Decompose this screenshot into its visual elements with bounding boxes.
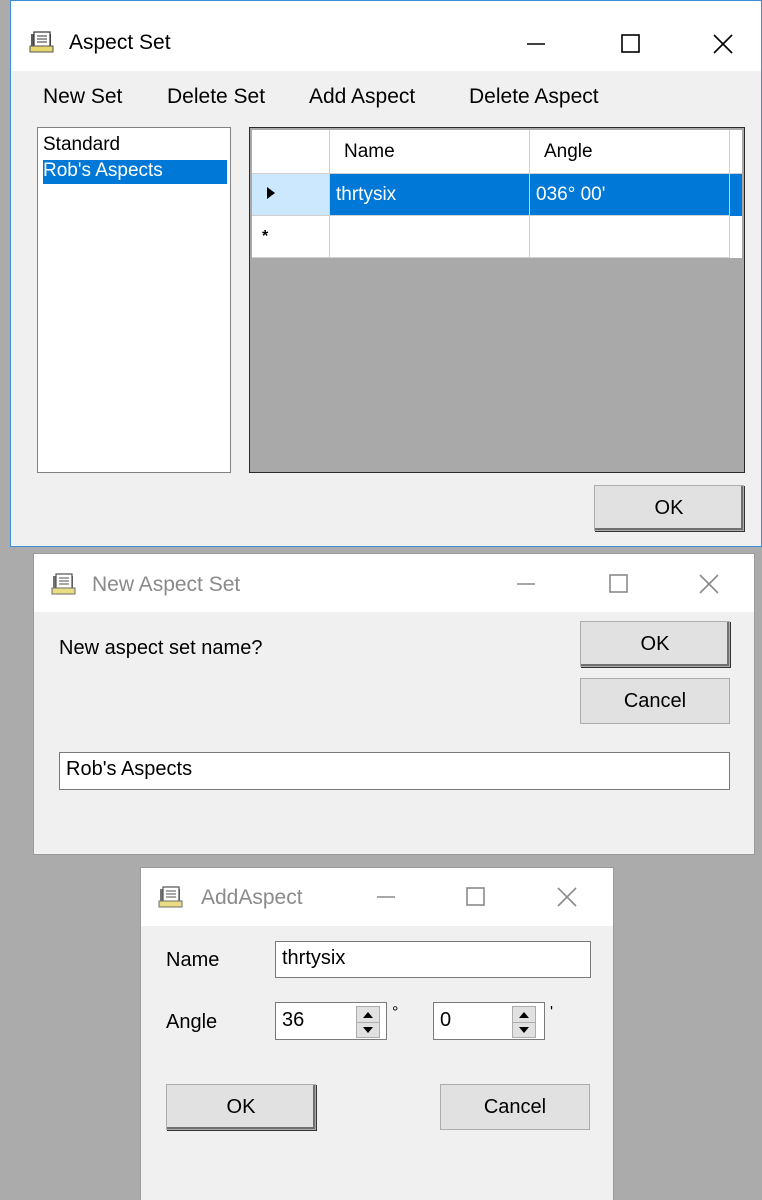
window-title: Aspect Set [69, 31, 171, 54]
row-filler-selected [730, 174, 742, 216]
new-aspect-set-titlebar[interactable]: New Aspect Set [34, 554, 754, 612]
add-aspect-window: AddAspect Name thrtysix Angle 36 ° 0 ' O… [140, 867, 614, 1200]
list-item-standard[interactable]: Standard [43, 134, 227, 156]
notebook-icon [29, 30, 55, 59]
aspect-set-list[interactable]: Standard Rob's Aspects [37, 127, 231, 473]
menu-delete-aspect[interactable]: Delete Aspect [469, 85, 599, 109]
cell-angle[interactable]: 036° 00' [530, 174, 730, 216]
minimize-icon[interactable] [506, 566, 546, 602]
window-title: AddAspect [201, 886, 303, 909]
close-icon[interactable] [703, 26, 743, 62]
aspects-grid[interactable]: Name Angle thrtysix 036° 00' * [249, 127, 745, 473]
spin-up-icon[interactable] [357, 1007, 379, 1023]
notebook-icon [51, 572, 77, 601]
new-row-angle-cell[interactable] [530, 216, 730, 258]
angle-label: Angle [166, 1011, 218, 1033]
minutes-spinner[interactable]: 0 [433, 1002, 545, 1040]
maximize-icon[interactable] [599, 566, 639, 602]
minutes-spin-buttons[interactable] [512, 1006, 536, 1038]
degrees-spinner[interactable]: 36 [275, 1002, 387, 1040]
degrees-spin-buttons[interactable] [356, 1006, 380, 1038]
aspect-set-ok-button[interactable]: OK [594, 485, 744, 531]
name-label: Name [166, 949, 220, 971]
maximize-icon[interactable] [611, 26, 651, 62]
spin-up-icon[interactable] [513, 1007, 535, 1023]
aspect-set-titlebar[interactable]: Aspect Set [11, 1, 761, 71]
row-arrow-icon [266, 184, 276, 206]
maximize-icon[interactable] [456, 879, 496, 915]
new-set-prompt: New aspect set name? [59, 637, 263, 659]
aspect-name-input[interactable]: thrtysix [275, 941, 591, 978]
new-set-name-input[interactable]: Rob's Aspects [59, 752, 730, 790]
add-aspect-titlebar[interactable]: AddAspect [141, 868, 613, 926]
menu-add-aspect[interactable]: Add Aspect [309, 85, 415, 109]
menu-delete-set[interactable]: Delete Set [167, 85, 265, 109]
minimize-icon[interactable] [366, 879, 406, 915]
new-row-filler [730, 216, 742, 258]
add-aspect-ok-button[interactable]: OK [166, 1084, 316, 1130]
row-header-new[interactable]: * [252, 216, 330, 258]
spin-down-icon[interactable] [513, 1022, 535, 1037]
minutes-value[interactable]: 0 [440, 1009, 451, 1032]
aspect-set-window: Aspect Set New Set Delete Set Add Aspect… [10, 0, 762, 547]
window-title: New Aspect Set [92, 573, 241, 596]
grid-corner-header [252, 130, 330, 174]
menu-new-set[interactable]: New Set [43, 85, 122, 109]
notebook-icon [158, 885, 184, 914]
new-row-name-cell[interactable] [330, 216, 530, 258]
spin-down-icon[interactable] [357, 1022, 379, 1037]
column-header-filler [730, 130, 742, 174]
row-header-selected[interactable] [252, 174, 330, 216]
degrees-value[interactable]: 36 [282, 1009, 304, 1032]
add-aspect-cancel-button[interactable]: Cancel [440, 1084, 590, 1130]
new-aspect-set-window: New Aspect Set New aspect set name? OK C… [33, 553, 755, 855]
list-item-robs-aspects[interactable]: Rob's Aspects [43, 160, 227, 184]
column-header-name[interactable]: Name [330, 130, 530, 174]
degrees-unit: ° [392, 1004, 399, 1021]
new-set-ok-button[interactable]: OK [580, 621, 730, 667]
minutes-unit: ' [550, 1004, 554, 1021]
column-header-angle[interactable]: Angle [530, 130, 730, 174]
cell-name[interactable]: thrtysix [330, 174, 530, 216]
minimize-icon[interactable] [516, 26, 556, 62]
new-row-icon: * [262, 227, 269, 245]
close-icon[interactable] [547, 879, 587, 915]
new-set-cancel-button[interactable]: Cancel [580, 678, 730, 724]
close-icon[interactable] [689, 566, 729, 602]
